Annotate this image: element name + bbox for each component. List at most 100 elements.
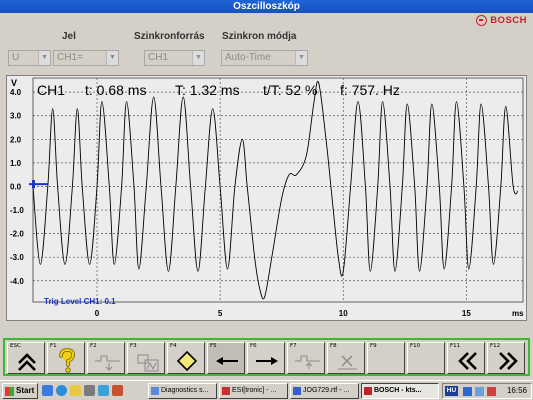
fkey-f11-button[interactable]: F11	[447, 342, 485, 374]
fkey-f7-button[interactable]: F7	[287, 342, 325, 374]
sync-mode-value: Auto-Time	[225, 52, 271, 63]
chevron-down-icon[interactable]: ▼	[295, 51, 307, 65]
waveform-down-icon	[95, 355, 120, 371]
task-esitronic[interactable]: ESI[tronic] - ...	[219, 383, 288, 399]
start-button[interactable]: Start	[2, 383, 38, 399]
fkey-f2-button[interactable]: F2	[87, 342, 125, 374]
language-indicator[interactable]: HU	[445, 386, 458, 396]
app-icon[interactable]	[98, 385, 109, 396]
fkey-f12-button[interactable]: F12	[487, 342, 525, 374]
sync-source-value: CH1	[148, 52, 169, 63]
grid	[32, 77, 524, 303]
taskbar: Start Diagnostics s... ESI[tronic] - ...…	[0, 380, 533, 400]
y-tick-label: -3.0	[10, 253, 24, 262]
signal-type-select[interactable]: U ▼	[8, 50, 51, 66]
document-icon	[293, 387, 301, 395]
y-tick-label: 4.0	[10, 88, 22, 97]
bosch-armature-icon	[476, 14, 488, 26]
start-label: Start	[16, 386, 35, 395]
window-title: Oszcilloszkóp	[0, 0, 533, 13]
tray-icon[interactable]	[475, 387, 484, 396]
app-icon[interactable]	[84, 385, 95, 396]
windows-logo-icon	[5, 387, 14, 396]
task-label: BOSCH - kts...	[374, 387, 422, 394]
control-panel: Jel Szinkronforrás Szinkron módja U ▼ CH…	[6, 27, 527, 73]
y-tick-label: -2.0	[10, 230, 24, 239]
bosch-logo: BOSCH	[476, 13, 527, 27]
channel-coupling-value: CH1=	[57, 52, 83, 63]
fkey-f6-button[interactable]: F6	[247, 342, 285, 374]
y-tick-label: 3.0	[10, 112, 22, 121]
chevron-down-icon[interactable]: ▼	[38, 51, 50, 65]
waveform-up-icon	[295, 355, 320, 369]
help-question-icon	[59, 348, 75, 373]
fkey-f8-button[interactable]: F8	[327, 342, 365, 374]
y-tick-label: 0.0	[10, 182, 22, 191]
readout-channel: CH1	[37, 82, 65, 98]
y-tick-label: -4.0	[10, 277, 24, 286]
fkey-f9-button[interactable]: F9	[367, 342, 405, 374]
double-chevron-up-icon	[18, 353, 36, 371]
diamond-icon	[176, 350, 198, 372]
waveform-zoom-icon	[137, 354, 159, 372]
bosch-icon	[364, 387, 372, 395]
clock: 16:56	[506, 386, 527, 395]
double-chevron-left-icon	[458, 352, 477, 370]
y-tick-label: 2.0	[10, 135, 22, 144]
y-tick-label: -1.0	[10, 206, 24, 215]
chevron-down-icon[interactable]: ▼	[106, 51, 118, 65]
app-icon[interactable]	[112, 385, 123, 396]
trig-level-label: Trig Level CH1: 0.1	[44, 297, 116, 306]
brand-strip: BOSCH	[0, 13, 533, 27]
y-tick-label: 1.0	[10, 159, 22, 168]
fkey-f5-button[interactable]: F5	[207, 342, 245, 374]
readout-duty-cycle: t/T: 52 %	[263, 82, 317, 98]
readout-frequency: f: 757. Hz	[340, 82, 400, 98]
fkey-f10-button[interactable]: F10	[407, 342, 445, 374]
y-axis-unit: V	[11, 78, 17, 88]
delete-x-icon	[338, 355, 357, 370]
sync-mode-label: Szinkron módja	[222, 31, 297, 42]
sync-mode-select[interactable]: Auto-Time ▼	[221, 50, 308, 66]
x-tick-label: 10	[339, 309, 348, 318]
task-label: JOG729.rtf - ...	[303, 387, 350, 394]
oscilloscope-display: V ms 4.0 3.0 2.0 1.0 0.0 -1.0 -2.0 -3.0 -4.0 0 5 1…	[6, 75, 527, 321]
readout-pulse-width: t: 0.68 ms	[85, 82, 146, 98]
fkey-esc-button[interactable]: ESC	[7, 342, 45, 374]
oscilloscope-chart: V ms 4.0 3.0 2.0 1.0 0.0 -1.0 -2.0 -3.0 -4.0 0 5 1…	[10, 77, 524, 318]
network-icon[interactable]	[463, 387, 472, 396]
system-tray: HU 16:56	[442, 383, 532, 399]
arrow-left-icon	[216, 357, 238, 365]
task-bosch-kts[interactable]: BOSCH - kts...	[361, 383, 439, 399]
task-diagnostics[interactable]: Diagnostics s...	[148, 383, 217, 399]
sync-source-select[interactable]: CH1 ▼	[144, 50, 205, 66]
task-jog729[interactable]: JOG729.rtf - ...	[290, 383, 359, 399]
x-tick-label: 0	[95, 309, 100, 318]
x-tick-labels: 0 5 10 15	[95, 309, 472, 318]
x-tick-label: 5	[218, 309, 223, 318]
trigger-handle[interactable]	[32, 180, 35, 189]
signal-type-value: U	[12, 52, 20, 63]
window-icon	[222, 387, 230, 395]
readout-period: T: 1.32 ms	[175, 82, 240, 98]
fkey-label: F10	[410, 343, 421, 349]
task-label: ESI[tronic] - ...	[232, 387, 277, 394]
desktop-icon[interactable]	[42, 385, 53, 396]
double-chevron-right-icon	[499, 352, 518, 370]
bosch-logo-text: BOSCH	[490, 14, 527, 26]
browser-icon[interactable]	[56, 385, 67, 396]
function-key-bar: ESC F1 F2 F3 F4 F5 F6 F7 F8 F9 F10 F11 F12	[3, 338, 530, 376]
jel-label: Jel	[62, 31, 76, 42]
folder-icon[interactable]	[70, 385, 81, 396]
channel-coupling-select[interactable]: CH1= ▼	[53, 50, 119, 66]
fkey-f3-button[interactable]: F3	[127, 342, 165, 374]
chevron-down-icon[interactable]: ▼	[192, 51, 204, 65]
x-axis-unit: ms	[512, 309, 524, 318]
tray-icon[interactable]	[487, 387, 496, 396]
x-tick-label: 15	[462, 309, 471, 318]
y-tick-labels: 4.0 3.0 2.0 1.0 0.0 -1.0 -2.0 -3.0 -4.0	[10, 88, 24, 286]
arrow-right-icon	[256, 357, 278, 365]
fkey-f1-button[interactable]: F1	[47, 342, 85, 374]
plot-frame	[32, 77, 524, 303]
fkey-f4-button[interactable]: F4	[167, 342, 205, 374]
